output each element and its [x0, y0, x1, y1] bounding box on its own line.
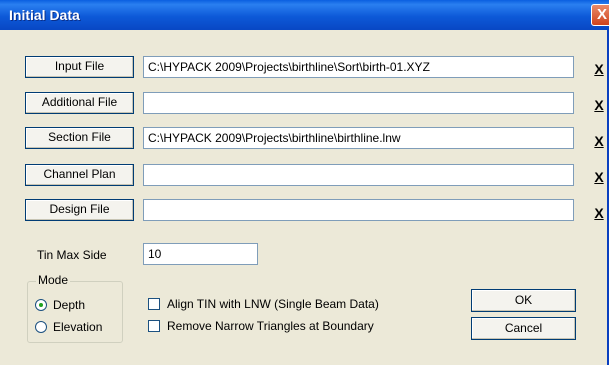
clear-design-file-button[interactable]: X	[592, 205, 606, 221]
design-file-button[interactable]: Design File	[25, 199, 134, 221]
mode-elevation-label[interactable]: Elevation	[53, 320, 102, 334]
cancel-button[interactable]: Cancel	[471, 317, 576, 340]
title-bar[interactable]: Initial Data X	[0, 0, 609, 30]
additional-file-field[interactable]	[143, 92, 574, 114]
tin-max-side-label: Tin Max Side	[37, 248, 107, 262]
design-file-field[interactable]	[143, 199, 574, 221]
align-tin-checkbox[interactable]	[148, 298, 160, 310]
ok-button[interactable]: OK	[471, 289, 576, 312]
channel-plan-button[interactable]: Channel Plan	[25, 164, 134, 186]
mode-group-title: Mode	[36, 273, 71, 287]
input-file-button[interactable]: Input File	[25, 56, 134, 78]
clear-input-file-button[interactable]: X	[592, 61, 606, 77]
section-file-field[interactable]: C:\HYPACK 2009\Projects\birthline\birthl…	[143, 127, 574, 149]
mode-depth-label[interactable]: Depth	[53, 298, 85, 312]
initial-data-dialog: Initial Data X Input File C:\HYPACK 2009…	[0, 0, 609, 365]
dialog-title: Initial Data	[9, 7, 80, 23]
clear-additional-file-button[interactable]: X	[592, 97, 606, 113]
radio-selected-dot	[39, 303, 43, 307]
tin-max-side-input[interactable]: 10	[143, 243, 258, 265]
remove-narrow-triangles-label[interactable]: Remove Narrow Triangles at Boundary	[167, 319, 374, 333]
clear-section-file-button[interactable]: X	[592, 133, 606, 149]
section-file-button[interactable]: Section File	[25, 127, 134, 149]
mode-depth-radio[interactable]	[35, 299, 47, 311]
mode-elevation-radio[interactable]	[35, 321, 47, 333]
clear-channel-plan-button[interactable]: X	[592, 169, 606, 185]
close-button[interactable]: X	[591, 4, 609, 26]
input-file-field[interactable]: C:\HYPACK 2009\Projects\birthline\Sort\b…	[143, 56, 574, 78]
remove-narrow-triangles-checkbox[interactable]	[148, 320, 160, 332]
channel-plan-field[interactable]	[143, 164, 574, 186]
align-tin-label[interactable]: Align TIN with LNW (Single Beam Data)	[167, 297, 379, 311]
additional-file-button[interactable]: Additional File	[25, 92, 134, 114]
